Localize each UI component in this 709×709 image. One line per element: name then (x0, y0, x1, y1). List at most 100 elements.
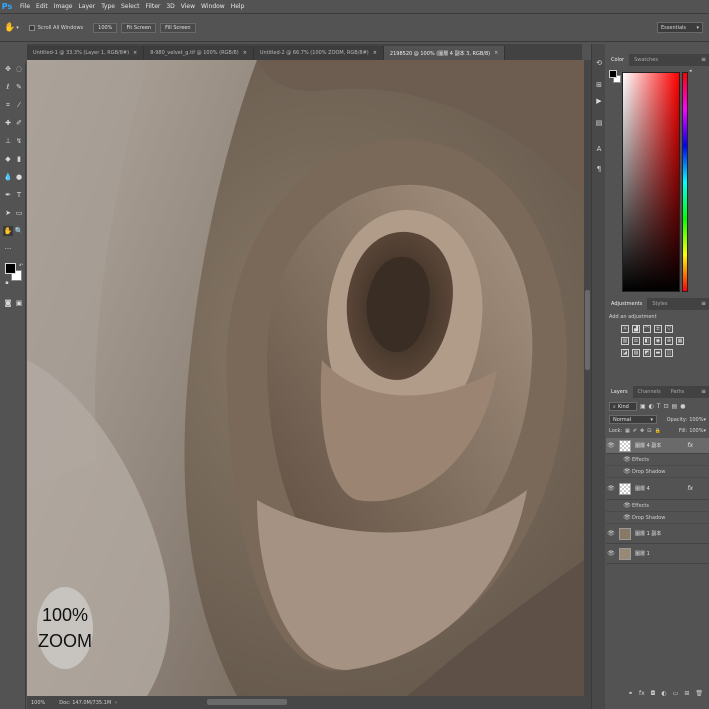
marquee-tool-icon[interactable]: ◌ (14, 64, 24, 74)
tab-active-document[interactable]: 2198520 @ 100% (圖層 4 副本 3, RGB/8) × (383, 46, 506, 60)
menu-layer[interactable]: Layer (78, 3, 95, 10)
menu-file[interactable]: File (20, 3, 30, 10)
gradient-tool-icon[interactable]: ▮ (14, 154, 24, 164)
fx-icon[interactable]: fx (687, 485, 693, 492)
menu-view[interactable]: View (181, 3, 195, 10)
dodge-tool-icon[interactable]: ● (14, 172, 24, 182)
gradient-map-icon[interactable]: ▬ (654, 349, 662, 357)
hand-tool-icon[interactable]: ✋ (4, 23, 15, 33)
opacity-value[interactable]: 100% (689, 417, 703, 423)
posterize-icon[interactable]: ▨ (632, 349, 640, 357)
lock-position-icon[interactable]: ✥ (640, 428, 644, 434)
chevron-down-icon[interactable]: ▾ (703, 428, 706, 434)
smart-object-filter-icon[interactable]: ▤ (672, 403, 678, 410)
invert-icon[interactable]: ◪ (621, 349, 629, 357)
scrollbar-thumb[interactable] (585, 290, 590, 370)
menu-image[interactable]: Image (54, 3, 73, 10)
panel-menu-icon[interactable]: ≡ (701, 300, 706, 307)
color-field[interactable] (622, 72, 680, 292)
vertical-scrollbar[interactable] (584, 60, 591, 696)
curves-icon[interactable]: ⌒ (643, 325, 651, 333)
tool-preset-chevron-icon[interactable]: ▾ (16, 25, 19, 31)
tab-styles[interactable]: Styles (647, 298, 672, 310)
layer-row[interactable]: 👁 圖層 4 副本 fx (606, 438, 709, 454)
new-adjustment-icon[interactable]: ◐ (661, 690, 666, 697)
tab-untitled-1[interactable]: Untitled-1 @ 33.3% (Layer 1, RGB/8#) × (27, 46, 145, 60)
fit-screen-button[interactable]: Fit Screen (121, 22, 157, 33)
exposure-icon[interactable]: ± (654, 325, 662, 333)
close-icon[interactable]: × (133, 50, 137, 56)
pixel-filter-icon[interactable]: ▣ (640, 403, 646, 410)
eye-icon[interactable]: 👁 (606, 530, 616, 537)
document-canvas[interactable]: 100% ZOOM (27, 60, 584, 696)
vibrance-icon[interactable]: ▽ (665, 325, 673, 333)
eyedropper-tool-icon[interactable]: ⁄ (14, 100, 24, 110)
color-balance-icon[interactable]: ⚖ (632, 337, 640, 345)
levels-icon[interactable]: ▟ (632, 325, 640, 333)
blend-mode-select[interactable]: Normal ▾ (609, 415, 657, 424)
link-layers-icon[interactable]: ⚭ (628, 690, 633, 697)
clone-stamp-tool-icon[interactable]: ⊥ (3, 136, 13, 146)
chevron-down-icon[interactable]: ▾ (703, 417, 706, 423)
eye-icon[interactable]: 👁 (622, 514, 632, 521)
tab-color[interactable]: Color (606, 54, 630, 66)
new-layer-icon[interactable]: ⊞ (684, 690, 689, 697)
tab-velvet[interactable]: 8-980_velvet_g.tif @ 100% (RGB/8) × (144, 46, 254, 60)
layer-name[interactable]: 圖層 1 (635, 550, 650, 557)
layer-name[interactable]: 圖層 4 (635, 485, 650, 492)
checkbox-box[interactable] (28, 24, 35, 31)
new-group-icon[interactable]: ▭ (673, 690, 679, 697)
menu-type[interactable]: Type (101, 3, 115, 10)
drop-shadow-row[interactable]: 👁 Drop Shadow (606, 466, 709, 478)
type-filter-icon[interactable]: T (657, 403, 661, 410)
delete-layer-icon[interactable]: 🗑 (695, 690, 703, 697)
tab-layers[interactable]: Layers (606, 386, 633, 398)
panel-menu-icon[interactable]: ≡ (701, 56, 706, 63)
more-tools-icon[interactable]: ··· (3, 244, 13, 254)
horizontal-scrollbar-thumb[interactable] (207, 699, 287, 705)
selective-color-icon[interactable]: ◫ (665, 349, 673, 357)
tab-paths[interactable]: Paths (666, 386, 690, 398)
type-tool-icon[interactable]: T (14, 190, 24, 200)
quick-select-tool-icon[interactable]: ✎ (14, 82, 24, 92)
eye-icon[interactable]: 👁 (606, 550, 616, 557)
hand-tool-icon[interactable]: ✋ (3, 226, 13, 236)
menu-help[interactable]: Help (231, 3, 245, 10)
fill-value[interactable]: 100% (689, 428, 703, 434)
close-icon[interactable]: × (373, 50, 377, 56)
screen-mode-icon[interactable]: ▣ (14, 298, 24, 308)
lock-transparent-icon[interactable]: ▦ (625, 428, 630, 434)
fill-screen-button[interactable]: Fill Screen (160, 22, 196, 33)
history-icon[interactable]: ⟲ (594, 58, 604, 68)
default-colors-icon[interactable]: ▪ (2, 278, 12, 288)
hue-saturation-icon[interactable]: ▥ (621, 337, 629, 345)
menu-filter[interactable]: Filter (146, 3, 161, 10)
hue-slider[interactable] (682, 72, 688, 292)
lock-artboard-icon[interactable]: ⊡ (647, 428, 651, 434)
brightness-contrast-icon[interactable]: ☼ (621, 325, 629, 333)
add-mask-icon[interactable]: ◘ (651, 690, 656, 697)
photo-filter-icon[interactable]: ◉ (654, 337, 662, 345)
add-style-icon[interactable]: fx (639, 690, 645, 697)
menu-3d[interactable]: 3D (166, 3, 174, 10)
filter-toggle-icon[interactable]: ● (680, 403, 685, 410)
rectangle-tool-icon[interactable]: ▭ (14, 208, 24, 218)
brush-tool-icon[interactable]: ✐ (14, 118, 24, 128)
pen-tool-icon[interactable]: ✒ (3, 190, 13, 200)
menu-edit[interactable]: Edit (36, 3, 48, 10)
layer-row[interactable]: 👁 圖層 1 副本 (606, 524, 709, 544)
character-icon[interactable]: A (594, 144, 604, 154)
tab-adjustments[interactable]: Adjustments (606, 298, 648, 310)
workspace-switcher[interactable]: Essentials ▾ (657, 22, 703, 33)
zoom-tool-icon[interactable]: 🔍 (14, 226, 24, 236)
menu-select[interactable]: Select (121, 3, 140, 10)
panel-menu-icon[interactable]: ≡ (701, 388, 706, 395)
history-brush-tool-icon[interactable]: ↯ (14, 136, 24, 146)
status-menu-chevron-icon[interactable]: › (115, 700, 117, 706)
scroll-all-windows-checkbox[interactable]: Scroll All Windows (28, 24, 83, 31)
quick-mask-icon[interactable]: ◙ (3, 298, 13, 308)
move-tool-icon[interactable]: ✥ (3, 64, 13, 74)
blur-tool-icon[interactable]: 💧 (3, 172, 13, 182)
eye-icon[interactable]: 👁 (622, 468, 632, 475)
eye-icon[interactable]: 👁 (622, 456, 632, 463)
